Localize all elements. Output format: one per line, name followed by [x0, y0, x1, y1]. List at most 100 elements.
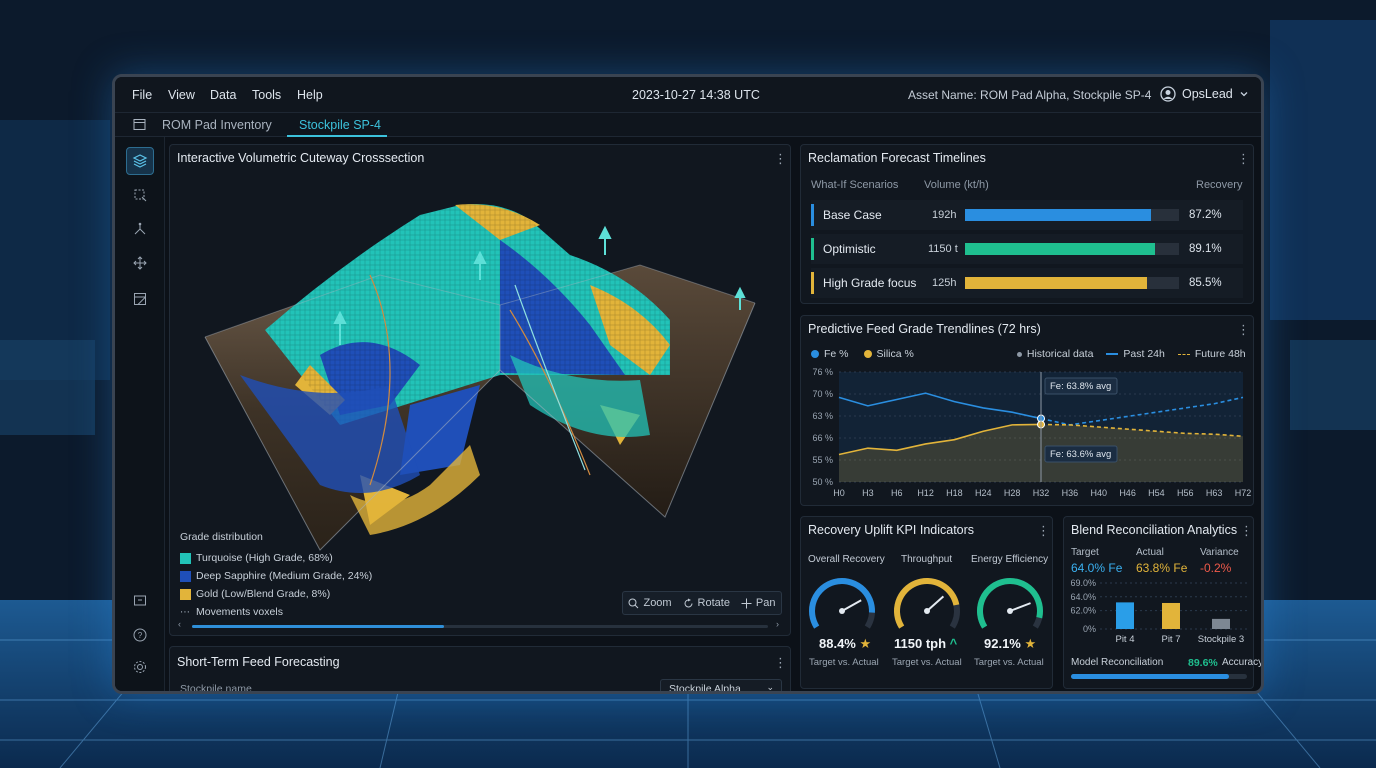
- x-tick-label: H18: [946, 488, 963, 498]
- gauge-needle: [841, 599, 862, 612]
- header-recovery: Recovery: [1196, 179, 1243, 191]
- x-tick-label: H63: [1206, 488, 1223, 498]
- variance-label: Variance: [1200, 547, 1239, 558]
- blend-title: Blend Reconciliation Analytics: [1071, 523, 1238, 537]
- svg-text:Fe: 63.6% avg: Fe: 63.6% avg: [1050, 449, 1111, 460]
- gauge-hub: [924, 608, 930, 614]
- scroll-right-icon[interactable]: ›: [776, 619, 779, 629]
- user-menu[interactable]: OpsLead: [1160, 86, 1249, 102]
- svg-text:Fe: 63.8% avg: Fe: 63.8% avg: [1050, 381, 1111, 392]
- header-volume: Volume (kt/h): [924, 179, 989, 191]
- bar-label: Pit 7: [1161, 634, 1180, 645]
- more-options-icon[interactable]: ⋮: [1237, 323, 1250, 336]
- user-name: OpsLead: [1182, 87, 1233, 101]
- app-window: File View Data Tools Help 2023-10-27 14:…: [112, 74, 1264, 694]
- help-icon[interactable]: ?: [126, 621, 154, 649]
- asset-name: Asset Name: ROM Pad Alpha, Stockpile SP-…: [908, 88, 1152, 102]
- blend-bar: [1162, 602, 1180, 629]
- tab-stockpile-sp4[interactable]: Stockpile SP-4: [299, 118, 381, 132]
- tab-bar: ROM Pad Inventory Stockpile SP-4: [115, 113, 1261, 137]
- pan-button[interactable]: Pan: [741, 597, 776, 609]
- volume-bar: [965, 243, 1156, 255]
- menu-file[interactable]: File: [132, 88, 152, 102]
- x-tick-label: H6: [891, 488, 903, 498]
- blend-bar: [1116, 602, 1134, 629]
- x-tick-label: H54: [1148, 488, 1165, 498]
- kpi-panel: Recovery Uplift KPI Indicators ⋮ Overall…: [800, 516, 1053, 689]
- gauge-fill: [809, 578, 875, 629]
- sidebar: ?: [115, 137, 165, 691]
- trend-up-icon: ^: [949, 636, 958, 651]
- trend-panel: Predictive Feed Grade Trendlines (72 hrs…: [800, 315, 1254, 506]
- y-tick-label: 0%: [1083, 624, 1096, 634]
- user-avatar-icon: [1160, 86, 1176, 102]
- menu-help[interactable]: Help: [297, 88, 323, 102]
- gauge-hub: [1007, 608, 1013, 614]
- gold-swatch: [180, 588, 191, 600]
- target-label: Target: [1071, 547, 1099, 558]
- grade-legend: Grade distribution Turquoise (High Grade…: [180, 531, 372, 621]
- layers-icon[interactable]: [126, 147, 154, 175]
- menu-view[interactable]: View: [168, 88, 195, 102]
- annotate-icon[interactable]: [126, 587, 154, 615]
- model-progress-fill: [1071, 674, 1230, 679]
- gauge-fill: [894, 578, 960, 629]
- trend-chart[interactable]: 76 % 70 % 63 % 66 % 55 % 50 %H0 H3 H6 H12 H18 H24 H…: [801, 364, 1253, 504]
- x-tick-label: H40: [1090, 488, 1107, 498]
- past-line-icon: [1106, 353, 1119, 355]
- gauge-needle: [926, 595, 945, 612]
- y-tick-label: 69.0%: [1070, 579, 1096, 588]
- layout-icon[interactable]: [126, 285, 154, 313]
- scenario-row-base[interactable]: Base Case 192h 87.2%: [811, 200, 1243, 230]
- network-icon[interactable]: [126, 215, 154, 243]
- x-tick-label: H72: [1235, 488, 1252, 498]
- panel-toggle-icon[interactable]: [133, 118, 146, 131]
- gauge-label-energy: Energy Efficiency: [971, 554, 1049, 565]
- move-icon[interactable]: [126, 249, 154, 277]
- y-tick-label: 64.0%: [1070, 592, 1096, 602]
- turquoise-swatch: [180, 552, 191, 564]
- menu-bar: File View Data Tools Help 2023-10-27 14:…: [115, 77, 1261, 113]
- scenario-row-optimistic[interactable]: Optimistic 1150 t 89.1%: [811, 234, 1243, 264]
- more-options-icon[interactable]: ⋮: [774, 656, 787, 669]
- menu-tools[interactable]: Tools: [252, 88, 281, 102]
- fe-dot: [811, 350, 819, 358]
- volume-bar: [965, 209, 1152, 221]
- x-tick-label: H28: [1004, 488, 1021, 498]
- bar-label: Stockpile 3: [1198, 634, 1244, 645]
- x-tick-label: H56: [1177, 488, 1194, 498]
- model-suffix: Accuracy: [1222, 657, 1264, 668]
- scrollbar-thumb[interactable]: [192, 625, 444, 628]
- gauge-sub-throughput: Target vs. Actual: [892, 657, 962, 668]
- transform-icon[interactable]: [126, 181, 154, 209]
- gauge-value-energy: 92.1% ★: [984, 636, 1037, 651]
- y-tick-label: 76 %: [812, 367, 833, 377]
- scenario-row-high-grade[interactable]: High Grade focus 125h 85.5%: [811, 268, 1243, 298]
- volume-bar: [965, 277, 1147, 289]
- gauge-value-recovery: 88.4% ★: [819, 636, 872, 651]
- zoom-button[interactable]: Zoom: [628, 597, 672, 609]
- more-options-icon[interactable]: ⋮: [1240, 524, 1253, 537]
- historical-dot: [1016, 351, 1022, 357]
- more-options-icon[interactable]: ⋮: [1037, 524, 1050, 537]
- zoom-icon: [628, 598, 639, 608]
- menu-data[interactable]: Data: [210, 88, 236, 102]
- more-options-icon[interactable]: ⋮: [1237, 152, 1250, 165]
- rotate-button[interactable]: Rotate: [683, 597, 730, 609]
- kpi-gauges: [809, 578, 1043, 629]
- x-tick-label: H32: [1033, 488, 1050, 498]
- horizontal-scrollbar[interactable]: ‹ ›: [178, 619, 784, 631]
- gauge-sub-recovery: Target vs. Actual: [809, 657, 879, 668]
- sapphire-swatch: [180, 570, 191, 582]
- cutaway-panel: Interactive Volumetric Cuteway Crosssect…: [169, 144, 791, 636]
- settings-icon[interactable]: [126, 653, 154, 681]
- feed-title: Short-Term Feed Forecasting: [177, 655, 340, 669]
- scroll-left-icon[interactable]: ‹: [178, 619, 181, 629]
- reclamation-panel: Reclamation Forecast Timelines ⋮ What-If…: [800, 144, 1254, 304]
- blend-bar: [1212, 618, 1230, 629]
- stockpile-field-label: Stockpile name: [180, 683, 252, 694]
- stockpile-select[interactable]: Stockpile Alpha ⌄: [660, 679, 782, 691]
- legend-item-movements: ⋯ Movements voxels: [180, 606, 283, 618]
- tab-rom-pad-inventory[interactable]: ROM Pad Inventory: [162, 118, 272, 132]
- x-tick-label: H36: [1062, 488, 1079, 498]
